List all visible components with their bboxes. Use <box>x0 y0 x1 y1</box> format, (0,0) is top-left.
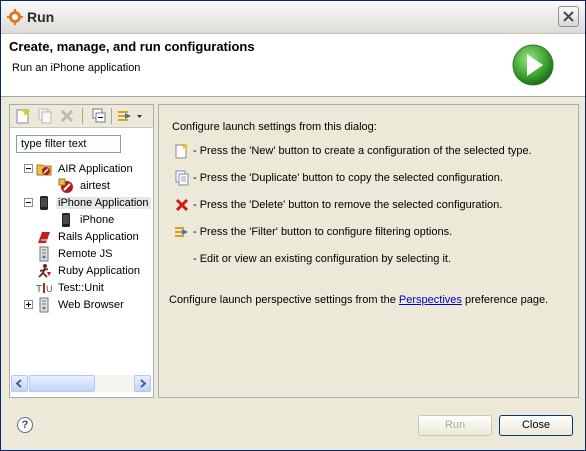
collapse-toggle-icon[interactable] <box>24 198 33 207</box>
tree-item-iphone[interactable]: iPhone <box>58 211 116 228</box>
help-delete-line: - Press the 'Delete' button to remove th… <box>193 199 503 211</box>
help-perspective-line: Configure launch perspective settings fr… <box>169 294 548 306</box>
web-browser-icon <box>39 297 49 312</box>
tree-item-label: AIR Application <box>58 162 133 175</box>
tree-item-label: Rails Application <box>58 230 139 243</box>
filter-input[interactable] <box>16 135 121 153</box>
tree-item-label: airtest <box>80 179 110 192</box>
collapse-all-icon[interactable] <box>90 108 108 124</box>
help-button[interactable]: ? <box>17 417 33 433</box>
expand-toggle-icon[interactable] <box>24 300 33 309</box>
help-filter-line: - Press the 'Filter' button to configure… <box>193 226 453 238</box>
scrollbar-thumb[interactable] <box>29 375 95 392</box>
tree-item-label: Web Browser <box>58 298 124 311</box>
window-title: Run <box>27 9 55 25</box>
help-edit-line: - Edit or view an existing configuration… <box>193 253 452 265</box>
duplicate-icon[interactable] <box>36 108 54 124</box>
tree-item-air-application[interactable]: AIR Application <box>24 160 135 177</box>
tree-item-label: Test::Unit <box>58 281 104 294</box>
perspective-suffix: preference page. <box>461 294 549 306</box>
window-close-button[interactable] <box>558 6 579 27</box>
tree-toolbar <box>10 105 153 128</box>
dialog-header: Create, manage, and run configurations R… <box>1 34 585 97</box>
new-config-icon[interactable] <box>14 108 32 124</box>
ruby-runner-icon <box>38 263 51 278</box>
header-subtitle: Run an iPhone application <box>12 62 141 74</box>
configuration-tree-panel: AIR Application airtest iPhone Applicati… <box>9 104 154 398</box>
run-gear-icon <box>7 9 23 25</box>
svg-text:U: U <box>46 285 52 295</box>
collapse-toggle-icon[interactable] <box>24 164 33 173</box>
delete-icon <box>175 198 189 212</box>
close-button[interactable]: Close <box>499 415 573 436</box>
help-intro: Configure launch settings from this dial… <box>172 121 377 133</box>
duplicate-icon <box>175 170 189 186</box>
tree-item-label: iPhone <box>80 213 115 226</box>
delete-icon[interactable] <box>58 108 76 124</box>
tree-item-label: Ruby Application <box>58 264 140 277</box>
new-config-icon <box>175 143 189 159</box>
filter-icon <box>175 227 188 237</box>
horizontal-scrollbar[interactable] <box>11 375 151 392</box>
run-dialog: Run Create, manage, and run configuratio… <box>0 0 586 451</box>
toolbar-separator <box>111 108 112 124</box>
toolbar-separator <box>82 108 83 124</box>
tree-item-iphone-application[interactable]: iPhone Application <box>24 194 151 211</box>
header-title: Create, manage, and run configurations <box>9 39 255 54</box>
tree-item-test-unit[interactable]: T U Test::Unit <box>36 279 106 296</box>
tree-item-web-browser[interactable]: Web Browser <box>24 296 126 313</box>
configuration-help-panel: Configure launch settings from this dial… <box>158 104 579 398</box>
tree-item-label: iPhone Application <box>56 196 151 209</box>
iphone-icon <box>40 195 48 210</box>
chevron-right-icon <box>140 379 147 388</box>
tree-item-airtest[interactable]: airtest <box>58 177 112 194</box>
scroll-right-button[interactable] <box>134 375 151 392</box>
scroll-left-button[interactable] <box>11 375 28 392</box>
help-duplicate-line: - Press the 'Duplicate' button to copy t… <box>193 172 503 184</box>
title-bar: Run <box>1 1 585 34</box>
air-config-icon <box>58 178 73 193</box>
folder-air-icon <box>36 164 52 175</box>
test-unit-icon: T U <box>36 282 52 295</box>
remote-js-icon <box>39 246 49 261</box>
perspectives-link[interactable]: Perspectives <box>399 294 462 306</box>
chevron-left-icon <box>15 379 22 388</box>
rails-icon <box>38 231 50 243</box>
run-play-icon <box>512 44 554 86</box>
run-button[interactable]: Run <box>418 415 492 436</box>
filter-icon[interactable] <box>116 108 144 124</box>
help-new-line: - Press the 'New' button to create a con… <box>193 145 532 157</box>
tree-item-label: Remote JS <box>58 247 113 260</box>
perspective-prefix: Configure launch perspective settings fr… <box>169 294 399 306</box>
tree-item-rails-application[interactable]: Rails Application <box>36 228 141 245</box>
tree-item-remote-js[interactable]: Remote JS <box>36 245 114 262</box>
svg-text:T: T <box>36 284 43 295</box>
tree-item-ruby-application[interactable]: Ruby Application <box>36 262 142 279</box>
close-icon <box>563 11 574 22</box>
iphone-icon <box>62 212 70 227</box>
